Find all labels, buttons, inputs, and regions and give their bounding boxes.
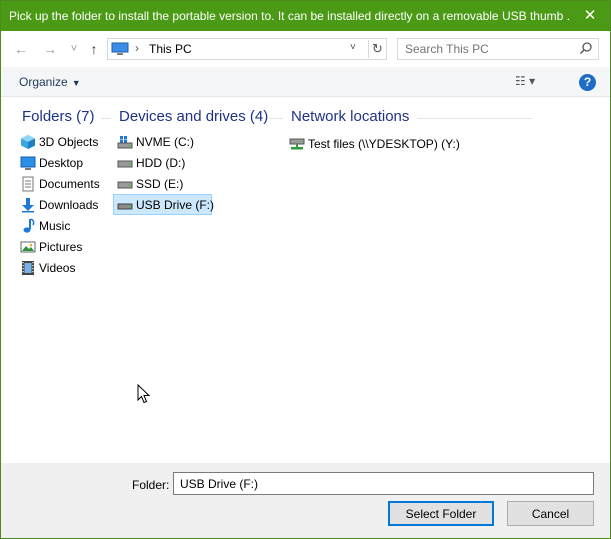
organize-menu[interactable]: Organize ▼ (19, 75, 81, 89)
folder-item-desktop[interactable]: Desktop (17, 153, 86, 173)
item-label: HDD (D:) (136, 156, 186, 170)
search-icon (579, 42, 592, 55)
folder-field[interactable] (173, 472, 594, 495)
drive-icon (117, 160, 133, 168)
organize-label: Organize (19, 75, 68, 89)
up-arrow-icon[interactable]: ↑ (85, 40, 103, 58)
file-list-area[interactable]: Folders (7) Devices and drives (4) Netwo… (1, 98, 610, 463)
address-path[interactable]: This PC (149, 42, 192, 56)
folder-item-pictures[interactable]: Pictures (17, 237, 85, 257)
address-separator[interactable]: › (135, 41, 139, 55)
usb-drive-icon (117, 203, 133, 209)
this-pc-icon (111, 42, 129, 55)
group-header-devices[interactable]: Devices and drives (4) (119, 108, 268, 125)
documents-icon (22, 176, 34, 192)
address-dropdown-icon[interactable]: ˅ (350, 42, 356, 53)
change-view-icon[interactable]: ☷ ▾ (515, 74, 555, 90)
cancel-button[interactable]: Cancel (507, 501, 594, 526)
network-item-test-files[interactable]: Test files (\\YDESKTOP) (Y:) (286, 134, 463, 154)
drive-item-usb[interactable]: USB Drive (F:) (113, 194, 214, 215)
drive-item-ssd[interactable]: SSD (E:) (114, 174, 186, 194)
videos-icon (22, 261, 34, 275)
mouse-pointer-icon (137, 384, 151, 404)
select-folder-button[interactable]: Select Folder (388, 501, 494, 526)
folder-picker-dialog: Pick up the folder to install the portab… (0, 0, 611, 539)
folder-item-downloads[interactable]: Downloads (17, 195, 101, 215)
windows-drive-icon (117, 136, 133, 149)
group-divider (101, 118, 111, 119)
address-bar[interactable]: › This PC ˅ ↻ (107, 38, 387, 60)
back-arrow-icon[interactable]: ← (12, 40, 30, 58)
item-label: Videos (39, 261, 76, 275)
downloads-icon (22, 198, 34, 213)
recent-locations-chevron-icon[interactable]: ˅ (65, 40, 83, 58)
group-divider (417, 118, 532, 119)
item-label: Desktop (39, 156, 84, 170)
item-label: SSD (E:) (136, 177, 184, 191)
help-icon[interactable]: ? (579, 74, 596, 91)
dialog-footer: Folder: Select Folder Cancel (1, 463, 610, 538)
item-label: 3D Objects (39, 135, 99, 149)
search-box[interactable] (397, 38, 599, 60)
drive-icon (117, 181, 133, 189)
group-divider (269, 118, 283, 119)
drive-item-nvme[interactable]: NVME (C:) (114, 132, 197, 152)
item-label: Documents (39, 177, 100, 191)
group-header-folders[interactable]: Folders (7) (22, 108, 95, 125)
folder-label: Folder: (132, 478, 170, 492)
folder-item-music[interactable]: Music (17, 216, 73, 236)
group-header-network[interactable]: Network locations (291, 108, 409, 125)
navigation-bar: ← → ˅ ↑ › This PC ˅ ↻ (1, 31, 610, 67)
item-label: Downloads (39, 198, 99, 212)
refresh-icon[interactable]: ↻ (368, 40, 386, 58)
folder-item-videos[interactable]: Videos (17, 258, 78, 278)
close-icon[interactable]: ✕ (580, 6, 600, 26)
search-input[interactable] (398, 39, 568, 59)
desktop-icon (20, 156, 36, 170)
item-label: NVME (C:) (136, 135, 194, 149)
window-title: Pick up the folder to install the portab… (9, 9, 569, 23)
drive-item-hdd[interactable]: HDD (D:) (114, 153, 188, 173)
music-icon (23, 218, 35, 233)
network-drive-icon (289, 138, 305, 150)
chevron-down-icon: ▼ (71, 78, 81, 88)
command-bar: Organize ▼ ☷ ▾ ? (1, 67, 610, 97)
item-label: Test files (\\YDESKTOP) (Y:) (308, 137, 460, 151)
folder-item-3d-objects[interactable]: 3D Objects (17, 132, 101, 152)
item-label: USB Drive (F:) (136, 197, 214, 212)
item-label: Pictures (39, 240, 83, 254)
forward-arrow-icon[interactable]: → (41, 40, 59, 58)
folder-item-documents[interactable]: Documents (17, 174, 103, 194)
title-bar[interactable]: Pick up the folder to install the portab… (1, 1, 610, 31)
pictures-icon (20, 241, 36, 253)
item-label: Music (39, 219, 71, 233)
3d-objects-icon (21, 135, 35, 149)
